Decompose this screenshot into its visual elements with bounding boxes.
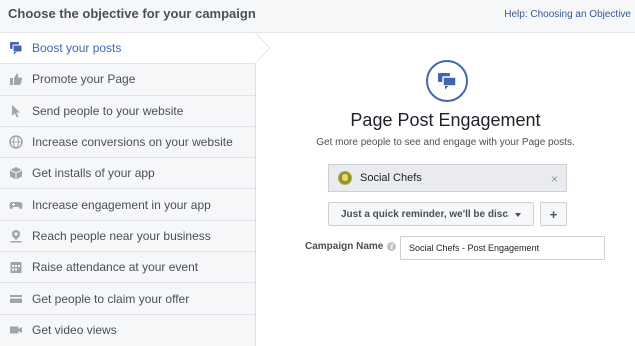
gamepad-icon bbox=[9, 198, 23, 212]
cursor-icon bbox=[9, 104, 23, 118]
sidebar-item-app-installs[interactable]: Get installs of your app bbox=[0, 158, 255, 190]
post-select-dropdown[interactable]: Just a quick reminder, we'll be disc... bbox=[328, 202, 534, 226]
sidebar-item-label: Increase engagement in your app bbox=[32, 197, 211, 212]
sidebar-item-event-attendance[interactable]: Raise attendance at your event bbox=[0, 252, 255, 284]
objective-header: Choose the objective for your campaign H… bbox=[0, 0, 635, 33]
video-camera-icon bbox=[9, 323, 23, 337]
globe-icon bbox=[9, 135, 23, 149]
boost-posts-icon bbox=[9, 41, 23, 55]
map-pin-icon bbox=[9, 229, 23, 243]
page-subtitle: Get more people to see and engage with y… bbox=[316, 137, 575, 148]
selected-post-text: Just a quick reminder, we'll be disc... bbox=[341, 208, 509, 220]
sidebar-item-conversions[interactable]: Increase conversions on your website bbox=[0, 127, 255, 159]
campaign-name-label-text: Campaign Name bbox=[305, 241, 384, 252]
sidebar-item-label: Get video views bbox=[32, 323, 117, 338]
add-post-button[interactable]: + bbox=[540, 202, 567, 226]
selected-page-name: Social Chefs bbox=[360, 172, 422, 184]
sidebar-item-video-views[interactable]: Get video views bbox=[0, 315, 255, 346]
sidebar-item-label: Get people to claim your offer bbox=[32, 291, 190, 306]
sidebar-item-app-engagement[interactable]: Increase engagement in your app bbox=[0, 189, 255, 221]
campaign-name-label: Campaign Name i bbox=[305, 241, 397, 252]
sidebar-item-label: Promote your Page bbox=[32, 72, 136, 87]
help-link[interactable]: Help: Choosing an Objective bbox=[504, 9, 631, 20]
page-post-engagement-icon bbox=[426, 60, 468, 102]
sidebar-item-promote-page[interactable]: Promote your Page bbox=[0, 64, 255, 96]
sidebar-item-label: Increase conversions on your website bbox=[32, 135, 233, 150]
page-selector[interactable]: Social Chefs × bbox=[328, 164, 567, 192]
sidebar-item-boost-posts[interactable]: Boost your posts bbox=[0, 33, 270, 65]
sidebar-item-label: Boost your posts bbox=[32, 41, 122, 56]
sidebar-item-reach-nearby[interactable]: Reach people near your business bbox=[0, 221, 255, 253]
calendar-icon bbox=[9, 260, 23, 274]
sidebar-item-label: Reach people near your business bbox=[32, 228, 211, 243]
objective-detail-panel: Page Post Engagement Get more people to … bbox=[256, 33, 635, 346]
page-title: Page Post Engagement bbox=[350, 110, 541, 130]
page-avatar bbox=[338, 171, 352, 185]
box-icon bbox=[9, 166, 23, 180]
header-title: Choose the objective for your campaign bbox=[8, 6, 256, 21]
info-icon[interactable]: i bbox=[387, 242, 397, 251]
chevron-down-icon bbox=[515, 213, 521, 217]
sidebar-item-label: Get installs of your app bbox=[32, 166, 155, 181]
campaign-name-input[interactable] bbox=[400, 236, 605, 260]
thumbs-up-icon bbox=[9, 72, 23, 86]
objective-sidebar: Boost your posts Promote your Page Send … bbox=[0, 33, 270, 346]
offer-tag-icon bbox=[9, 292, 23, 306]
clear-page-icon[interactable]: × bbox=[551, 172, 558, 186]
sidebar-item-label: Send people to your website bbox=[32, 103, 184, 118]
sidebar-item-claim-offer[interactable]: Get people to claim your offer bbox=[0, 283, 255, 315]
sidebar-item-label: Raise attendance at your event bbox=[32, 260, 199, 275]
sidebar-item-send-website[interactable]: Send people to your website bbox=[0, 96, 255, 127]
